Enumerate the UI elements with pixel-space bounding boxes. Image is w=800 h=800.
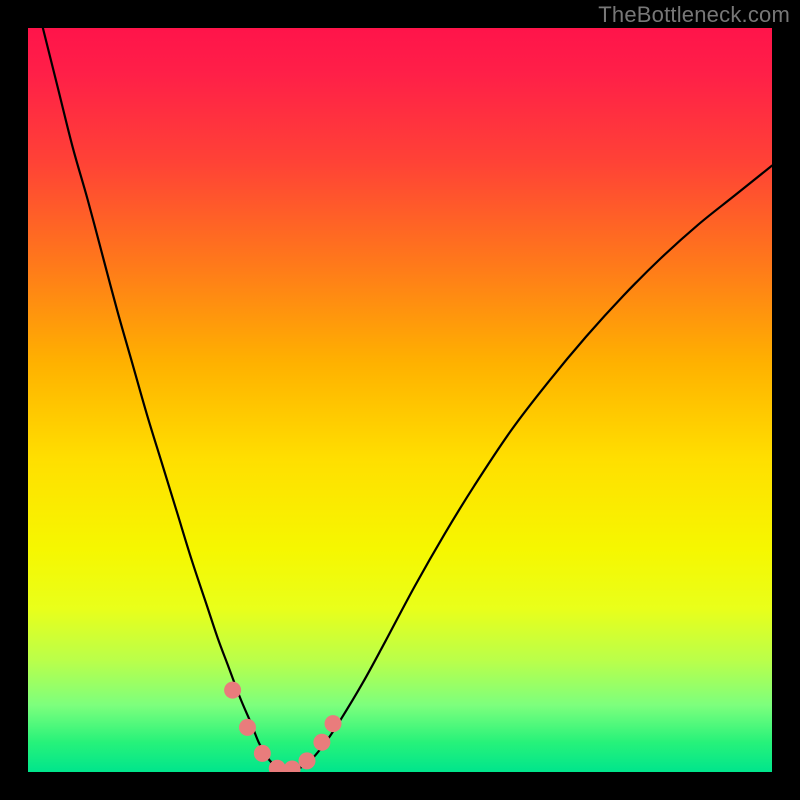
curve-marker bbox=[254, 745, 271, 762]
watermark-text: TheBottleneck.com bbox=[598, 2, 790, 28]
curve-marker bbox=[239, 719, 256, 736]
curve-marker bbox=[325, 715, 342, 732]
curve-marker bbox=[224, 682, 241, 699]
bottleneck-curve bbox=[28, 28, 772, 771]
chart-frame: TheBottleneck.com bbox=[0, 0, 800, 800]
chart-svg bbox=[28, 28, 772, 772]
curve-markers bbox=[224, 682, 341, 772]
curve-marker bbox=[299, 752, 316, 769]
curve-marker bbox=[284, 761, 301, 772]
curve-marker bbox=[313, 734, 330, 751]
